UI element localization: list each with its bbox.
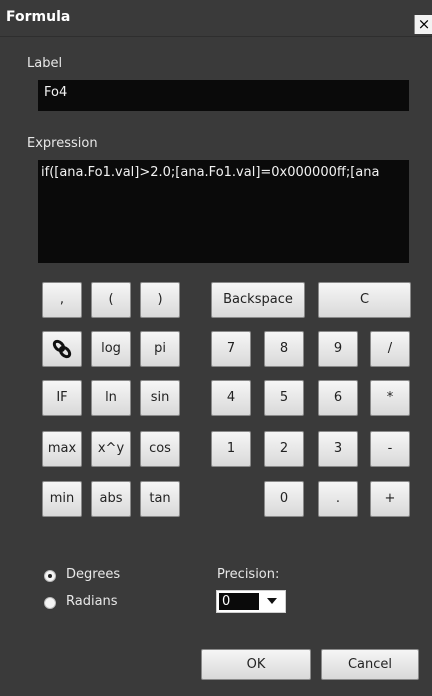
pi-button[interactable]: pi — [140, 331, 180, 367]
digit-7-button[interactable]: 7 — [211, 331, 251, 367]
cancel-button[interactable]: Cancel — [321, 649, 419, 680]
plus-button[interactable]: + — [370, 481, 410, 517]
minus-button[interactable]: - — [370, 431, 410, 467]
precision-label: Precision: — [217, 567, 280, 582]
dropdown-arrow-icon — [267, 598, 277, 604]
formula-dialog: Formula × Label Fo4 Expression if([ana.F… — [0, 0, 432, 696]
expression-textarea[interactable]: if([ana.Fo1.val]>2.0;[ana.Fo1.val]=0x000… — [38, 160, 409, 263]
if-button[interactable]: IF — [42, 380, 82, 416]
chain-link-icon — [52, 339, 72, 359]
digit-9-button[interactable]: 9 — [318, 331, 358, 367]
ok-button[interactable]: OK — [201, 649, 311, 680]
ln-button[interactable]: ln — [91, 380, 131, 416]
decimal-point-button[interactable]: . — [318, 481, 358, 517]
label-input[interactable]: Fo4 — [38, 80, 409, 111]
degrees-radio[interactable] — [44, 570, 56, 582]
log-button[interactable]: log — [91, 331, 131, 367]
digit-3-button[interactable]: 3 — [318, 431, 358, 467]
expression-heading: Expression — [27, 136, 98, 151]
max-button[interactable]: max — [42, 431, 82, 467]
multiply-button[interactable]: * — [370, 380, 410, 416]
title-bar[interactable]: Formula × — [0, 0, 432, 37]
clear-button[interactable]: C — [318, 282, 411, 318]
radians-radio[interactable] — [44, 597, 56, 609]
precision-select[interactable]: 0 — [216, 590, 286, 613]
abs-button[interactable]: abs — [91, 481, 131, 517]
tan-button[interactable]: tan — [140, 481, 180, 517]
digit-1-button[interactable]: 1 — [211, 431, 251, 467]
digit-4-button[interactable]: 4 — [211, 380, 251, 416]
label-heading: Label — [27, 56, 63, 71]
backspace-button[interactable]: Backspace — [211, 282, 305, 318]
digit-8-button[interactable]: 8 — [264, 331, 304, 367]
close-paren-button[interactable]: ) — [140, 282, 180, 318]
digit-5-button[interactable]: 5 — [264, 380, 304, 416]
dialog-title: Formula — [6, 9, 71, 25]
sin-button[interactable]: sin — [140, 380, 180, 416]
degrees-label: Degrees — [66, 567, 121, 582]
min-button[interactable]: min — [42, 481, 82, 517]
power-button[interactable]: x^y — [91, 431, 131, 467]
digit-6-button[interactable]: 6 — [318, 380, 358, 416]
digit-0-button[interactable]: 0 — [264, 481, 304, 517]
comma-button[interactable]: , — [42, 282, 82, 318]
divide-button[interactable]: / — [370, 331, 410, 367]
cos-button[interactable]: cos — [140, 431, 180, 467]
open-paren-button[interactable]: ( — [91, 282, 131, 318]
digit-2-button[interactable]: 2 — [264, 431, 304, 467]
radians-label: Radians — [66, 594, 118, 609]
precision-value: 0 — [219, 593, 259, 610]
link-button[interactable] — [42, 331, 82, 367]
close-button[interactable]: × — [414, 15, 432, 34]
